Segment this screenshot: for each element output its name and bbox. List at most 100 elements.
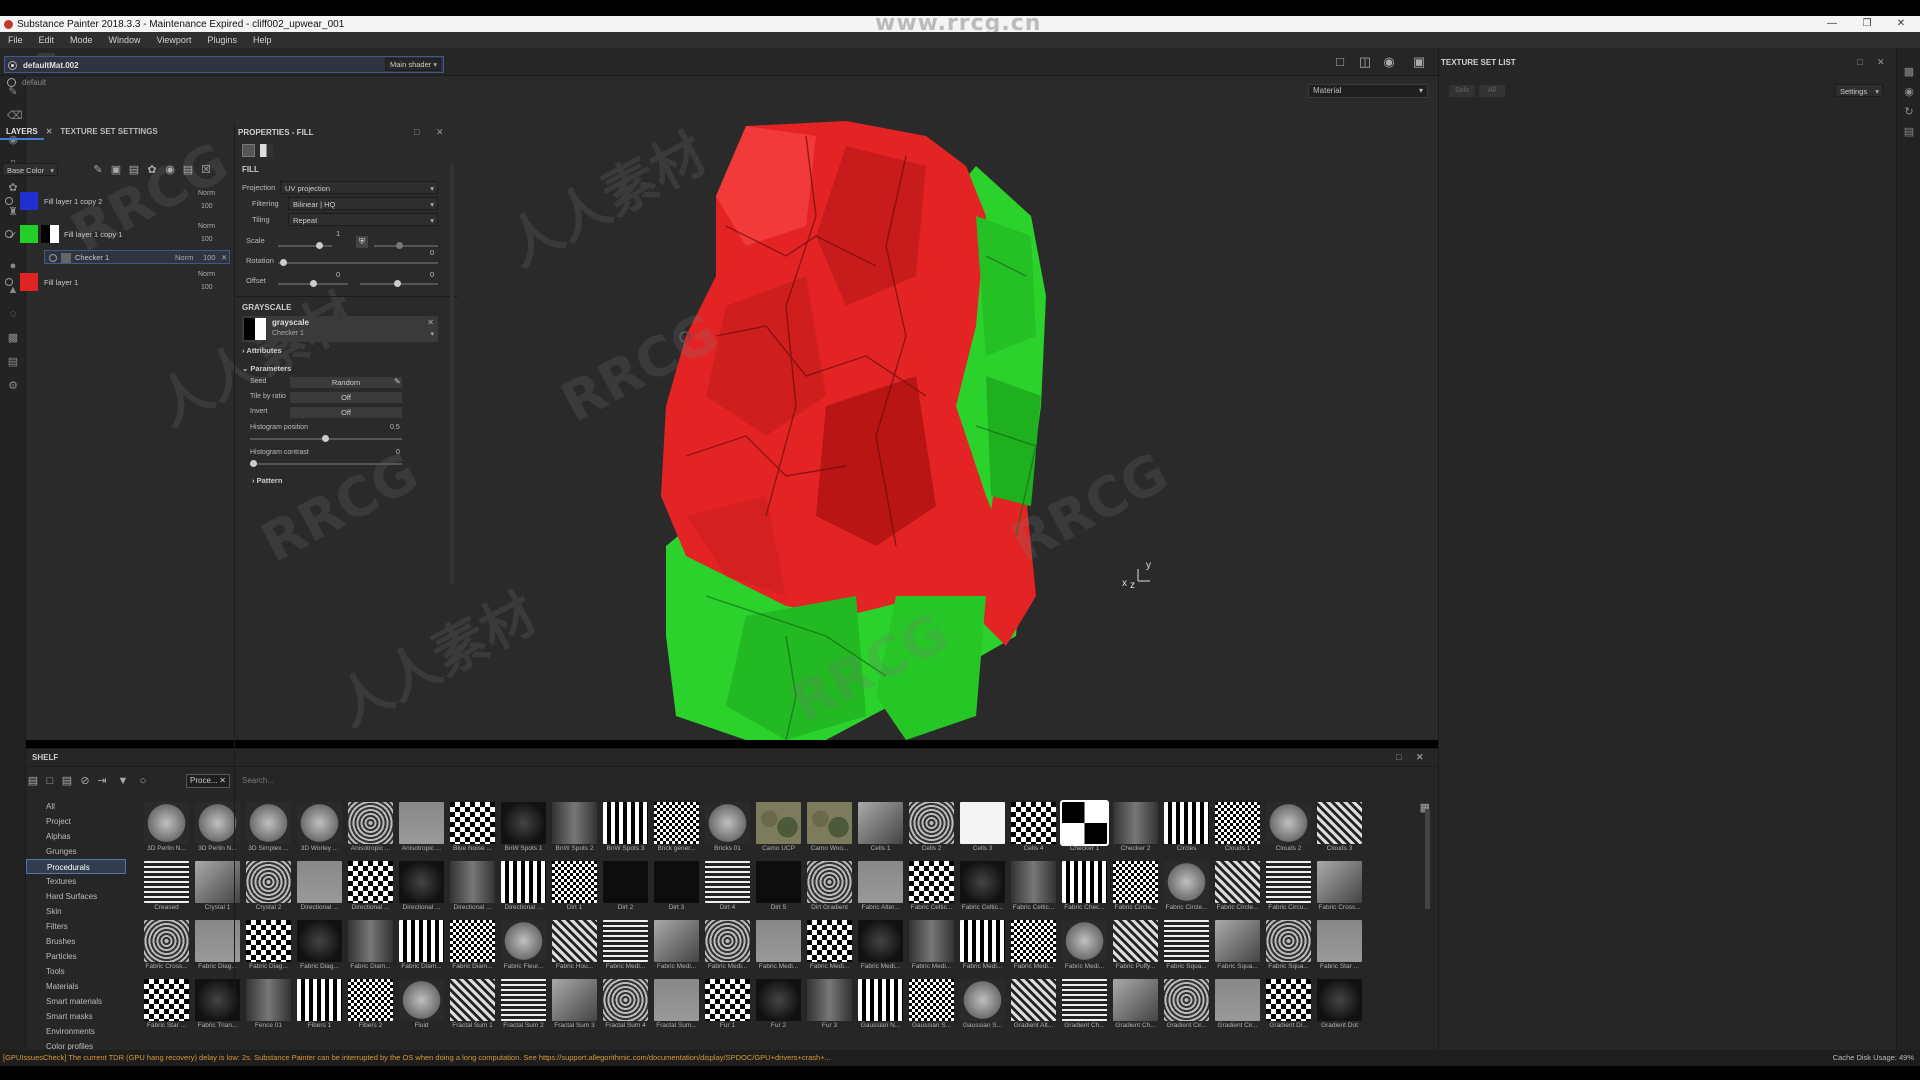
radio-icon[interactable] xyxy=(8,61,17,70)
brush-add-icon[interactable]: ✎ xyxy=(92,164,104,176)
menu-viewport[interactable]: Viewport xyxy=(157,35,192,45)
scale-knob-v[interactable] xyxy=(396,242,403,249)
minimize-icon[interactable]: — xyxy=(1817,16,1847,32)
shelf-item[interactable]: Dirt 2 xyxy=(600,858,651,917)
shelf-item[interactable]: Fabric Hou... xyxy=(549,917,600,976)
histogram-position-knob[interactable] xyxy=(322,435,329,442)
shelf-item[interactable]: Fabric Medi... xyxy=(702,917,753,976)
camera-icon[interactable]: ◉ xyxy=(1380,53,1398,71)
shelf-item[interactable]: Fur 3 xyxy=(804,976,855,1035)
eraser-icon[interactable]: ⌫ xyxy=(7,110,23,122)
layer-row[interactable]: Fill layer 1 copy 2 Norm 100 xyxy=(0,186,232,216)
channel-mode-icon[interactable] xyxy=(260,144,273,157)
layer-mask-thumbnail[interactable] xyxy=(41,225,59,243)
2d-view-icon[interactable]: □ xyxy=(1331,53,1349,71)
shelf-item[interactable]: Fabric Alter... xyxy=(855,858,906,917)
shelf-item[interactable]: Dirt 3 xyxy=(651,858,702,917)
attributes-toggle[interactable]: › Attributes xyxy=(242,346,282,355)
shelf-item[interactable]: Cells 2 xyxy=(906,799,957,858)
shelf-item[interactable]: Fabric Squa... xyxy=(1161,917,1212,976)
layer-row[interactable]: Fill layer 1 copy 1 Norm 100 xyxy=(0,219,232,249)
shelf-item[interactable]: Fabric Circle... xyxy=(1161,858,1212,917)
shelf-item[interactable]: Fabric Circle... xyxy=(1110,858,1161,917)
texture-set-row[interactable]: defaultMat.002 Main shader ▾ xyxy=(4,56,444,73)
histogram-position-value[interactable]: 0.5 xyxy=(390,424,400,431)
shelf-item[interactable]: Gaussian S... xyxy=(906,976,957,1035)
shelf-item[interactable]: Fabric Fleur... xyxy=(498,917,549,976)
shelf-item[interactable]: Dirt 5 xyxy=(753,858,804,917)
shelf-item[interactable]: Fabric Circu... xyxy=(1263,858,1314,917)
offset-y-value[interactable]: 0 xyxy=(430,270,434,279)
close-icon[interactable]: ✕ xyxy=(1877,57,1885,68)
shelf-item[interactable]: Fabric Medi... xyxy=(804,917,855,976)
add-mask-icon[interactable]: ◉ xyxy=(164,164,176,176)
pattern-toggle[interactable]: › Pattern xyxy=(252,476,282,485)
histogram-contrast-knob[interactable] xyxy=(250,460,257,467)
tiling-dropdown[interactable]: Repeat ▾ xyxy=(288,213,438,226)
layer-row[interactable]: Fill layer 1 Norm 100 xyxy=(0,267,232,297)
history-icon[interactable]: ↻ xyxy=(1903,106,1915,118)
shelf-item[interactable]: Brick gener... xyxy=(651,799,702,858)
shelf-item[interactable]: Gaussian S... xyxy=(957,976,1008,1035)
visibility-icon[interactable] xyxy=(49,254,57,262)
shelf-item[interactable]: Gradient Di... xyxy=(1263,976,1314,1035)
close-icon[interactable]: ✕ xyxy=(436,127,444,138)
visibility-icon[interactable] xyxy=(5,230,13,238)
shelf-item[interactable]: Fur 1 xyxy=(702,976,753,1035)
menu-file[interactable]: File xyxy=(8,35,23,45)
maximize-icon[interactable]: ❐ xyxy=(1852,16,1882,32)
chevron-down-icon[interactable]: ▾ xyxy=(430,330,434,338)
shelf-item[interactable]: Fur 2 xyxy=(753,976,804,1035)
undock-icon[interactable]: □ xyxy=(1396,752,1401,762)
shelf-item[interactable]: Gaussian N... xyxy=(855,976,906,1035)
screenshot-icon[interactable]: ▣ xyxy=(1410,53,1428,71)
shelf-item[interactable]: Fabric Medi... xyxy=(753,917,804,976)
shelf-item[interactable]: Camo UCP xyxy=(753,799,804,858)
edit-icon[interactable]: ✎ xyxy=(394,377,401,386)
menu-plugins[interactable]: Plugins xyxy=(207,35,237,45)
radio-icon[interactable] xyxy=(7,78,16,87)
rotation-knob[interactable] xyxy=(280,259,287,266)
delete-icon[interactable]: ☒ xyxy=(200,164,212,176)
shelf-scrollbar[interactable] xyxy=(1425,809,1430,909)
shelf-item[interactable]: Directional ... xyxy=(498,858,549,917)
shelf-item[interactable]: Fabric Cross... xyxy=(1314,858,1365,917)
shelf-item[interactable]: Fabric Squa... xyxy=(1263,917,1314,976)
shelf-item[interactable]: Camo Woo... xyxy=(804,799,855,858)
projection-dropdown[interactable]: UV projection ▾ xyxy=(280,181,438,194)
3d-view-icon[interactable]: ◫ xyxy=(1356,53,1374,71)
invert-toggle[interactable]: Off xyxy=(290,407,402,418)
histogram-contrast-value[interactable]: 0 xyxy=(396,449,400,456)
shelf-item[interactable]: Gradient Cir... xyxy=(1212,976,1263,1035)
shelf-category[interactable]: Smart masks xyxy=(26,1009,126,1024)
shelf-item[interactable]: Fabric Medi... xyxy=(600,917,651,976)
shelf-item[interactable]: Cells 3 xyxy=(957,799,1008,858)
shader-dropdown[interactable]: Main shader ▾ xyxy=(385,58,441,71)
rotation-value[interactable]: 0 xyxy=(430,248,434,257)
shelf-item[interactable]: Dirt Gradient xyxy=(804,858,855,917)
menu-edit[interactable]: Edit xyxy=(39,35,55,45)
lock-icon[interactable]: ⛨ xyxy=(356,236,368,248)
visibility-icon[interactable] xyxy=(5,278,13,286)
shader-settings-icon[interactable]: ◉ xyxy=(1903,86,1915,98)
blend-mode[interactable]: Norm xyxy=(198,271,215,278)
add-layer-icon[interactable]: ▣ xyxy=(110,164,122,176)
shelf-item[interactable]: Gradient Ch... xyxy=(1059,976,1110,1035)
shelf-item[interactable]: Fractal Sum 2 xyxy=(498,976,549,1035)
viewport-mode-select[interactable]: Material ▾ xyxy=(1308,84,1428,98)
close-icon[interactable]: ✕ xyxy=(44,124,55,140)
layer-opacity[interactable]: 100 xyxy=(201,284,213,291)
add-folder-icon[interactable]: ▤ xyxy=(182,164,194,176)
shelf-item[interactable]: Checker 1 xyxy=(1059,799,1110,858)
close-icon[interactable]: ✕ xyxy=(1886,16,1916,32)
shelf-item[interactable]: Gradient Alt... xyxy=(1008,976,1059,1035)
tab-texture-set-settings[interactable]: TEXTURE SET SETTINGS xyxy=(54,124,163,140)
shelf-item[interactable]: Fabric Medi... xyxy=(855,917,906,976)
offset-x-value[interactable]: 0 xyxy=(336,270,340,279)
shelf-item[interactable]: Cells 4 xyxy=(1008,799,1059,858)
seed-random-button[interactable]: Random xyxy=(290,377,402,388)
shelf-item[interactable]: Clouds 1 xyxy=(1212,799,1263,858)
shelf-item[interactable]: Dirt 4 xyxy=(702,858,753,917)
shelf-item[interactable]: Gradient Dot xyxy=(1314,976,1365,1035)
display-settings-icon[interactable]: ▩ xyxy=(1903,66,1915,78)
